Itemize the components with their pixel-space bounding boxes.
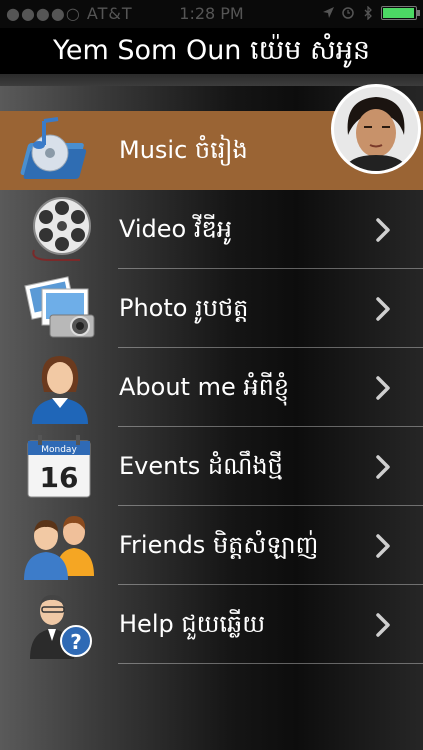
menu-item-events[interactable]: Monday 16 Events ដំណឹងថ្មី bbox=[0, 427, 423, 506]
menu-list: Music ចំរៀង Video វីឌីអូ Photo រូបថត្ត A… bbox=[0, 86, 423, 750]
battery-icon bbox=[381, 6, 420, 20]
music-cd-icon bbox=[20, 117, 87, 179]
alarm-icon bbox=[342, 7, 354, 19]
chevron-right-icon bbox=[376, 297, 390, 321]
menu-item-label: Help ជួយឆ្លើយ bbox=[119, 610, 266, 638]
chevron-right-icon bbox=[376, 218, 390, 242]
header-divider bbox=[0, 74, 423, 86]
row-divider bbox=[118, 663, 423, 664]
menu-item-label: Photo រូបថត្ត bbox=[119, 294, 249, 322]
menu-item-about[interactable]: About me អំពីខ្ញុំ bbox=[0, 348, 423, 427]
chevron-right-icon bbox=[376, 613, 390, 637]
page-title: Yem Som Oun យ៉េម សំអូន bbox=[0, 28, 423, 74]
calendar-day: 16 bbox=[40, 461, 79, 494]
location-icon bbox=[323, 7, 334, 18]
menu-item-label: Events ដំណឹងថ្មី bbox=[119, 452, 283, 480]
calendar-weekday: Monday bbox=[41, 445, 77, 455]
menu-item-friends[interactable]: Friends មិត្តសំឡាញ់ bbox=[0, 506, 423, 585]
menu-item-label: About me អំពីខ្ញុំ bbox=[119, 373, 290, 401]
friends-icon bbox=[24, 516, 94, 580]
menu-item-video[interactable]: Video វីឌីអូ bbox=[0, 190, 423, 269]
film-reel-icon bbox=[32, 197, 91, 261]
profile-photo-icon bbox=[334, 87, 418, 171]
menu-item-label: Music ចំរៀង bbox=[119, 136, 248, 164]
svg-text:?: ? bbox=[70, 630, 82, 654]
camera-photos-icon bbox=[24, 276, 95, 338]
menu-item-help[interactable]: ? Help ជួយឆ្លើយ bbox=[0, 585, 423, 664]
help-icon: ? bbox=[30, 595, 92, 659]
chevron-right-icon bbox=[376, 455, 390, 479]
person-icon bbox=[32, 356, 88, 424]
menu-item-label: Video វីឌីអូ bbox=[119, 215, 232, 243]
menu-item-label: Friends មិត្តសំឡាញ់ bbox=[119, 531, 319, 559]
bluetooth-icon bbox=[364, 6, 372, 20]
avatar[interactable] bbox=[331, 84, 421, 174]
status-icons bbox=[321, 6, 420, 20]
chevron-right-icon bbox=[376, 534, 390, 558]
status-bar: ●●●●○ AT&T 1:28 PM bbox=[0, 0, 423, 28]
calendar-icon: Monday 16 bbox=[27, 435, 91, 498]
menu-item-photo[interactable]: Photo រូបថត្ត bbox=[0, 269, 423, 348]
chevron-right-icon bbox=[376, 376, 390, 400]
